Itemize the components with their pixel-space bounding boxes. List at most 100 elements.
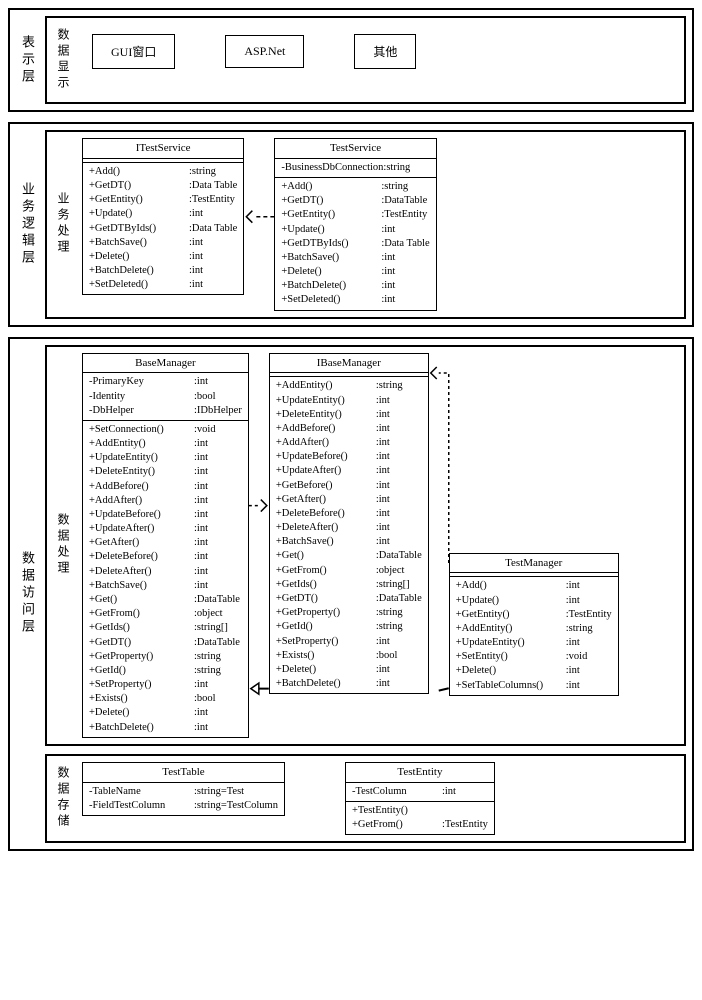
uml-op-row: +GetAfter():int <box>89 536 242 550</box>
uml-basemanager: BaseManager-PrimaryKey:int-Identity:bool… <box>82 353 249 738</box>
uml-op-row: +BatchDelete():int <box>89 264 237 278</box>
uml-title: ITestService <box>83 139 243 159</box>
uml-op-row: +Delete():int <box>276 663 422 677</box>
presentation-layer: 表示层 数据显示 GUI窗口 ASP.Net 其他 <box>8 8 694 112</box>
display-sub-box: 数据显示 GUI窗口 ASP.Net 其他 <box>45 16 686 104</box>
uml-op-row: +Exists():bool <box>89 692 242 706</box>
uml-op-row: +BatchSave():int <box>276 535 422 549</box>
uml-op-row: +Get():DataTable <box>89 593 242 607</box>
uml-title: TestTable <box>83 763 284 783</box>
uml-op-row: +Update():int <box>281 223 429 237</box>
uml-attr-row: -TestColumn:int <box>352 785 488 799</box>
data-proc-sub-box: 数据处理 BaseManager-PrimaryKey:int-Identity… <box>45 345 686 746</box>
uml-op-row: +Update():int <box>89 207 237 221</box>
uml-op-row: +SetTableColumns():int <box>456 679 612 693</box>
uml-op-row: +SetDeleted():int <box>89 278 237 292</box>
uml-op-row: +UpdateEntity():int <box>456 636 612 650</box>
uml-op-row: +DeleteBefore():int <box>89 550 242 564</box>
uml-op-row: +GetDT():Data Table <box>89 179 237 193</box>
uml-op-row: +GetFrom():object <box>89 607 242 621</box>
uml-op-row: +DeleteEntity():int <box>276 408 422 422</box>
uml-op-row: +GetFrom():TestEntity <box>352 818 488 832</box>
uml-op-row: +GetId():string <box>89 664 242 678</box>
uml-op-row: +GetProperty():string <box>276 606 422 620</box>
uml-testmanager: TestManager +Add():int+Update():int+GetEn… <box>449 553 619 696</box>
uml-op-row: +AddAfter():int <box>276 436 422 450</box>
uml-op-row: +AddEntity():string <box>276 379 422 393</box>
uml-op-row: +DeleteEntity():int <box>89 465 242 479</box>
uml-op-row: +SetProperty():int <box>89 678 242 692</box>
uml-attributes: -BusinessDbConnection:string <box>275 159 435 178</box>
uml-op-row: +BatchSave():int <box>89 579 242 593</box>
uml-attributes: -TableName:string=Test-FieldTestColumn:s… <box>83 783 284 815</box>
uml-op-row: +Add():string <box>89 165 237 179</box>
uml-op-row: +GetId():string <box>276 620 422 634</box>
uml-attr-row: -PrimaryKey:int <box>89 375 242 389</box>
uml-op-row: +GetDT():DataTable <box>276 592 422 606</box>
uml-op-row: +BatchSave():int <box>281 251 429 265</box>
uml-testtable: TestTable-TableName:string=Test-FieldTes… <box>82 762 285 816</box>
uml-op-row: +Delete():int <box>281 265 429 279</box>
uml-op-row: +GetBefore():int <box>276 479 422 493</box>
sub-label-data-store: 数据存储 <box>53 762 74 835</box>
uml-op-row: +GetFrom():object <box>276 564 422 578</box>
uml-operations: +SetConnection():void+AddEntity():int+Up… <box>83 421 248 737</box>
uml-op-row: +BatchSave():int <box>89 236 237 250</box>
uml-op-row: +Get():DataTable <box>276 549 422 563</box>
layer-label-data-access: 数据访问层 <box>16 345 39 844</box>
uml-op-row: +Delete():int <box>89 250 237 264</box>
uml-op-row: +SetEntity():void <box>456 650 612 664</box>
uml-op-row: +Delete():int <box>89 706 242 720</box>
uml-op-row: +GetIds():string[] <box>276 578 422 592</box>
uml-op-row: +DeleteAfter():int <box>276 521 422 535</box>
uml-attr-row: -DbHelper:IDbHelper <box>89 404 242 418</box>
uml-attributes: -PrimaryKey:int-Identity:bool-DbHelper:I… <box>83 373 248 421</box>
display-box-aspnet: ASP.Net <box>225 35 304 68</box>
uml-testservice: TestService-BusinessDbConnection:string+… <box>274 138 436 311</box>
uml-attributes: -TestColumn:int <box>346 783 494 802</box>
uml-op-row: +AddBefore():int <box>89 480 242 494</box>
uml-title: TestManager <box>450 554 618 574</box>
uml-op-row: +GetAfter():int <box>276 493 422 507</box>
uml-op-row: +Exists():bool <box>276 649 422 663</box>
uml-op-row: +GetDT():DataTable <box>281 194 429 208</box>
uml-testentity: TestEntity-TestColumn:int+TestEntity()+G… <box>345 762 495 835</box>
uml-op-row: +GetEntity():TestEntity <box>456 608 612 622</box>
uml-op-row: +DeleteBefore():int <box>276 507 422 521</box>
data-store-sub-box: 数据存储 TestTable-TableName:string=Test-Fie… <box>45 754 686 843</box>
uml-op-row: +Add():int <box>456 579 612 593</box>
uml-op-row: +TestEntity() <box>352 804 488 818</box>
layer-label-business: 业务逻辑层 <box>16 130 39 319</box>
uml-operations: +Add():int+Update():int+GetEntity():Test… <box>450 577 618 694</box>
uml-op-row: +SetProperty():int <box>276 635 422 649</box>
uml-operations: +TestEntity()+GetFrom():TestEntity <box>346 802 494 834</box>
sub-label-data-proc: 数据处理 <box>53 353 74 738</box>
uml-op-row: +UpdateAfter():int <box>276 464 422 478</box>
uml-attr-row: -FieldTestColumn:string=TestColumn <box>89 799 278 813</box>
uml-ibasemanager: IBaseManager +AddEntity():string+UpdateEn… <box>269 353 429 695</box>
uml-op-row: +AddAfter():int <box>89 494 242 508</box>
display-box-gui: GUI窗口 <box>92 34 175 69</box>
uml-op-row: +AddEntity():string <box>456 622 612 636</box>
uml-attr-row: -TableName:string=Test <box>89 785 278 799</box>
sub-label-display: 数据显示 <box>53 24 74 96</box>
business-layer: 业务逻辑层 业务处理 ITestService+Add():string+Get… <box>8 122 694 327</box>
uml-operations: +AddEntity():string+UpdateEntity():int+D… <box>270 377 428 693</box>
uml-op-row: +Update():int <box>456 594 612 608</box>
uml-title: IBaseManager <box>270 354 428 374</box>
uml-op-row: +GetProperty():string <box>89 650 242 664</box>
uml-op-row: +AddEntity():int <box>89 437 242 451</box>
uml-op-row: +SetConnection():void <box>89 423 242 437</box>
uml-op-row: +UpdateBefore():int <box>276 450 422 464</box>
uml-itestservice: ITestService +Add():string+GetDT():Data T… <box>82 138 244 295</box>
uml-op-row: +UpdateAfter():int <box>89 522 242 536</box>
uml-operations: +Add():string+GetDT():Data Table+GetEnti… <box>83 163 243 295</box>
uml-op-row: +BatchDelete():int <box>281 279 429 293</box>
uml-op-row: +BatchDelete():int <box>89 721 242 735</box>
uml-op-row: +UpdateEntity():int <box>89 451 242 465</box>
uml-op-row: +SetDeleted():int <box>281 293 429 307</box>
uml-op-row: +GetEntity():TestEntity <box>89 193 237 207</box>
uml-op-row: +GetIds():string[] <box>89 621 242 635</box>
uml-op-row: +Delete():int <box>456 664 612 678</box>
uml-op-row: +DeleteAfter():int <box>89 565 242 579</box>
